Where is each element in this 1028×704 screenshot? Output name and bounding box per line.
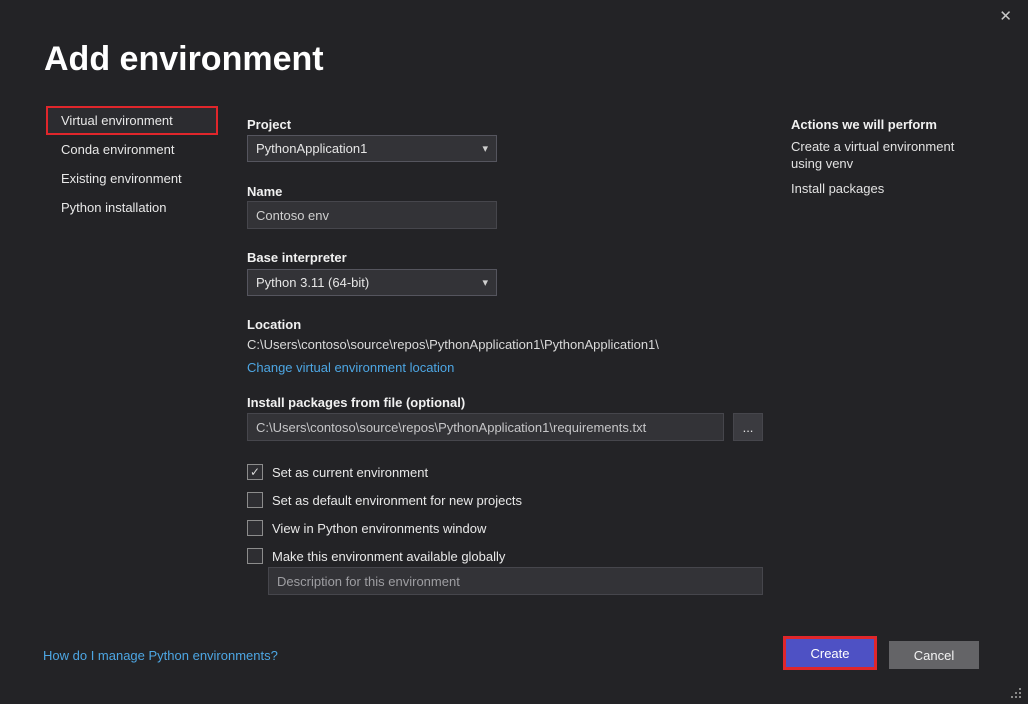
change-location-link[interactable]: Change virtual environment location — [247, 360, 454, 375]
project-dropdown-value: PythonApplication1 — [256, 141, 367, 156]
chevron-down-icon: ▾ — [482, 276, 488, 289]
dialog-title: Add environment — [44, 40, 324, 79]
checkbox-label: Set as current environment — [272, 465, 428, 480]
actions-panel: Actions we will perform Create a virtual… — [791, 117, 956, 206]
name-input[interactable] — [247, 201, 497, 229]
checkbox-row-set-default-environment: Set as default environment for new proje… — [247, 492, 522, 508]
checkbox-label: Set as default environment for new proje… — [272, 493, 522, 508]
requirements-path-input[interactable] — [247, 413, 724, 441]
install-packages-label: Install packages from file (optional) — [247, 395, 465, 410]
description-input[interactable] — [268, 567, 763, 595]
actions-panel-title: Actions we will perform — [791, 117, 956, 132]
base-interpreter-label: Base interpreter — [247, 250, 347, 265]
checkbox-view-environments-window[interactable] — [247, 520, 263, 536]
actions-panel-item: Create a virtual environment using venv — [791, 139, 956, 173]
checkbox-set-default-environment[interactable] — [247, 492, 263, 508]
checkbox-row-available-globally: Make this environment available globally — [247, 548, 505, 564]
checkbox-label: Make this environment available globally — [272, 549, 505, 564]
create-button-highlight: Create — [783, 636, 877, 670]
project-dropdown[interactable]: PythonApplication1 ▾ — [247, 135, 497, 162]
sidebar-item-existing-environment[interactable]: Existing environment — [46, 164, 218, 193]
sidebar-item-conda-environment[interactable]: Conda environment — [46, 135, 218, 164]
project-label: Project — [247, 117, 291, 132]
base-interpreter-dropdown[interactable]: Python 3.11 (64-bit) ▾ — [247, 269, 497, 296]
environment-type-sidebar: Virtual environment Conda environment Ex… — [46, 106, 231, 222]
chevron-down-icon: ▾ — [482, 142, 488, 155]
actions-panel-item: Install packages — [791, 181, 956, 198]
checkbox-available-globally[interactable] — [247, 548, 263, 564]
location-path: C:\Users\contoso\source\repos\PythonAppl… — [247, 337, 659, 352]
location-label: Location — [247, 317, 301, 332]
name-label: Name — [247, 184, 282, 199]
checkbox-label: View in Python environments window — [272, 521, 486, 536]
checkbox-row-set-current-environment: ✓ Set as current environment — [247, 464, 428, 480]
python-environments-help-link[interactable]: How do I manage Python environments? — [43, 648, 278, 663]
create-button[interactable]: Create — [786, 639, 874, 667]
close-icon[interactable]: ✕ — [999, 9, 1012, 24]
cancel-button[interactable]: Cancel — [889, 641, 979, 669]
browse-button[interactable]: ... — [733, 413, 763, 441]
sidebar-item-python-installation[interactable]: Python installation — [46, 193, 218, 222]
checkbox-row-view-environments-window: View in Python environments window — [247, 520, 486, 536]
checkbox-set-current-environment[interactable]: ✓ — [247, 464, 263, 480]
sidebar-item-virtual-environment[interactable]: Virtual environment — [46, 106, 218, 135]
resize-grip[interactable] — [1011, 688, 1023, 700]
base-interpreter-dropdown-value: Python 3.11 (64-bit) — [256, 275, 369, 290]
add-environment-dialog: ✕ Add environment Virtual environment Co… — [0, 0, 1028, 704]
